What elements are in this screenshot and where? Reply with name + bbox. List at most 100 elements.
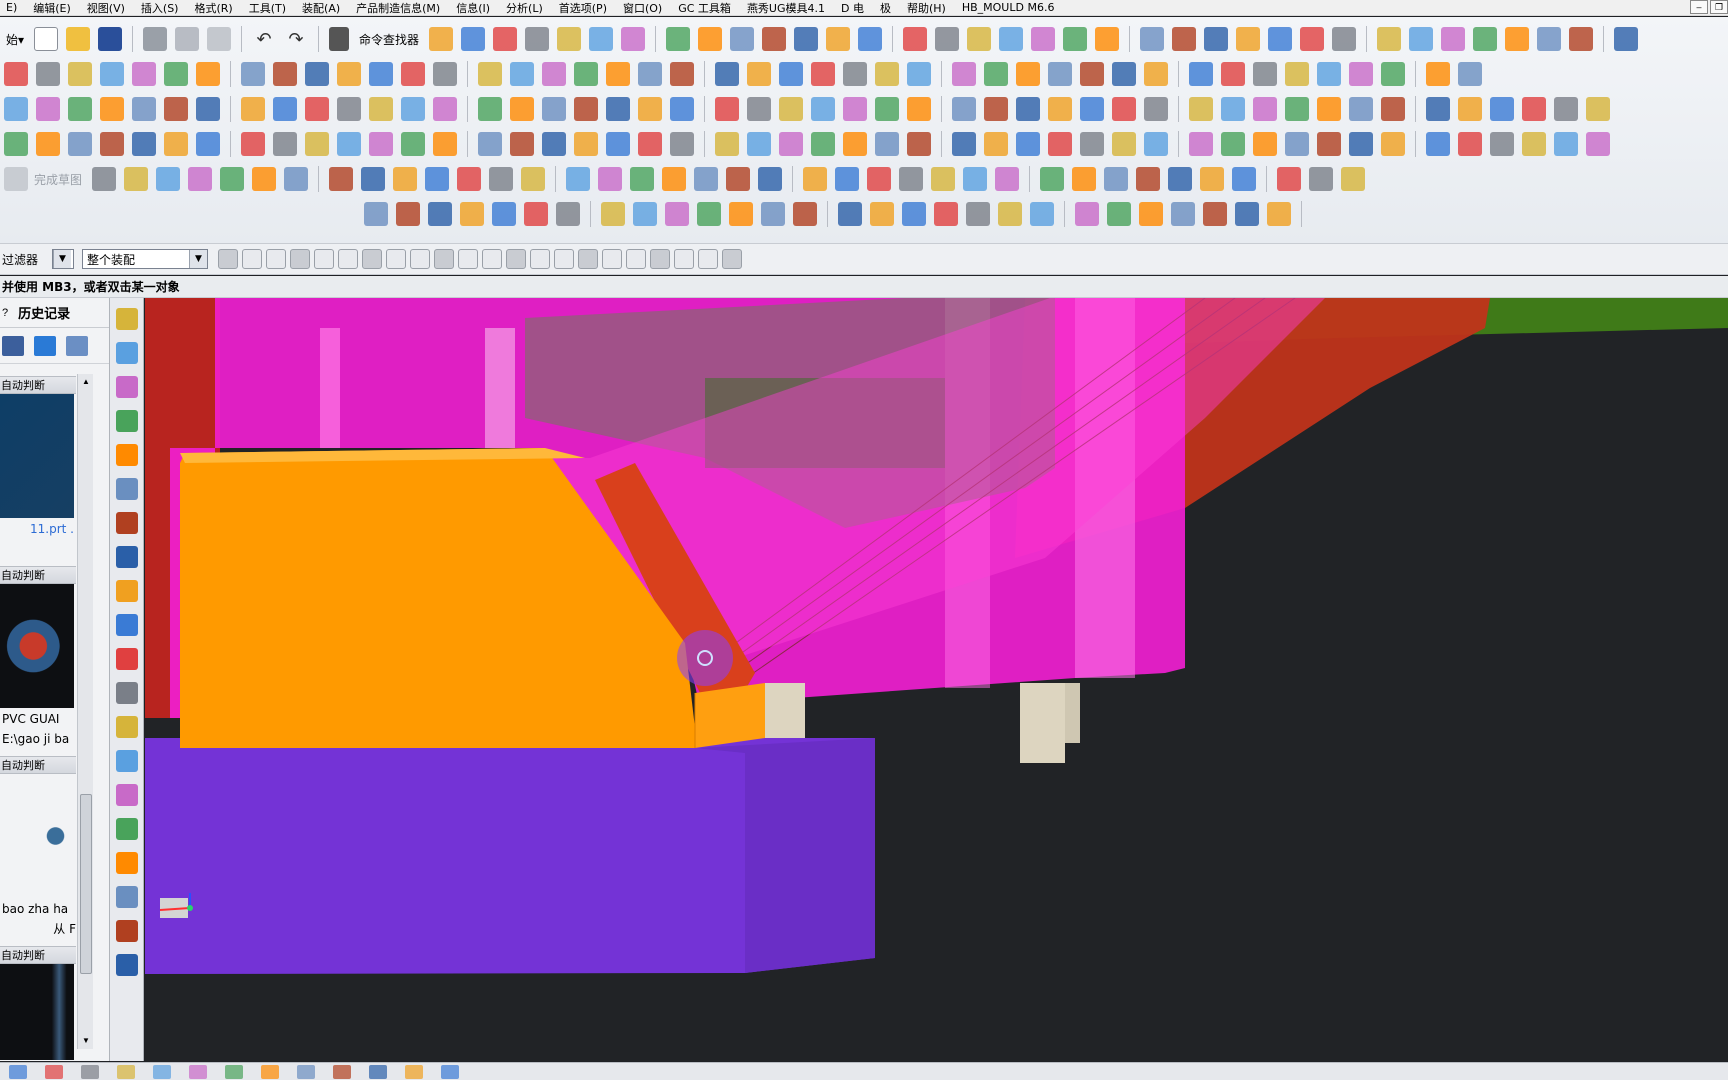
toolbar-button-icon[interactable] <box>273 97 297 121</box>
history-thumbnail[interactable] <box>0 584 74 708</box>
toolbar-button-icon[interactable] <box>1016 132 1040 156</box>
selection-cursor[interactable] <box>677 630 733 686</box>
toolbar-button-icon[interactable] <box>1048 97 1072 121</box>
toolbar-button-icon[interactable] <box>1426 97 1450 121</box>
toolbar-button-icon[interactable] <box>369 62 393 86</box>
toolbar-button-icon[interactable] <box>1586 97 1610 121</box>
toolbar-button-icon[interactable] <box>715 132 739 156</box>
toolbar-button-icon[interactable] <box>952 62 976 86</box>
toolbar-button-icon[interactable] <box>1016 97 1040 121</box>
toolbar-button-icon[interactable] <box>478 132 502 156</box>
toolbar-button-icon[interactable] <box>305 97 329 121</box>
toolbar-button-icon[interactable] <box>697 202 721 226</box>
toolbar-button-icon[interactable] <box>393 167 418 191</box>
toolbar-button-icon[interactable] <box>875 62 899 86</box>
toolbar-button-icon[interactable] <box>156 167 181 191</box>
toolbar-button-icon[interactable] <box>1458 97 1482 121</box>
menu-yanxiu-mold[interactable]: 燕秀UG模具4.1 <box>741 0 835 15</box>
toolbar-button-icon[interactable] <box>252 167 277 191</box>
minimize-icon[interactable]: – <box>1690 0 1708 14</box>
toolbar-button-icon[interactable] <box>461 27 486 51</box>
toolbar-button-icon[interactable] <box>524 202 548 226</box>
resource-tab-icon[interactable] <box>116 886 138 908</box>
toolbar-button-icon[interactable] <box>963 167 988 191</box>
toolbar-button-icon[interactable] <box>100 97 124 121</box>
toolbar-button-icon[interactable] <box>1095 27 1120 51</box>
menu-hb-mould[interactable]: HB_MOULD M6.6 <box>956 1 1065 14</box>
copy-icon[interactable] <box>175 27 200 51</box>
toolbar-button-icon[interactable] <box>510 97 534 121</box>
toolbar-button-icon[interactable] <box>241 97 265 121</box>
resource-tab-icon[interactable] <box>116 546 138 568</box>
scroll-up-icon[interactable]: ▲ <box>80 376 92 388</box>
toolbar-button-icon[interactable] <box>1300 27 1325 51</box>
toolbar-button-icon[interactable] <box>1349 132 1373 156</box>
toolbar-button-icon[interactable] <box>1080 132 1104 156</box>
toolbar-button-icon[interactable] <box>1441 27 1466 51</box>
undo-icon[interactable]: ↶ <box>252 27 276 51</box>
bottom-tool-icon[interactable] <box>441 1064 459 1079</box>
toolbar-button-icon[interactable] <box>4 132 28 156</box>
toolbar-button-icon[interactable] <box>1200 167 1225 191</box>
toolbar-button-icon[interactable] <box>574 97 598 121</box>
snap-point-icon[interactable] <box>578 249 599 269</box>
toolbar-button-icon[interactable] <box>665 202 689 226</box>
toolbar-button-icon[interactable] <box>36 132 60 156</box>
guide-pin[interactable] <box>1065 683 1080 743</box>
toolbar-button-icon[interactable] <box>934 202 958 226</box>
history-caption[interactable]: 11.prt . <box>0 518 76 538</box>
snap-point-icon[interactable] <box>266 249 287 269</box>
toolbar-button-icon[interactable] <box>428 202 452 226</box>
toolbar-button-icon[interactable] <box>369 97 393 121</box>
toolbar-button-icon[interactable] <box>1554 97 1578 121</box>
toolbar-button-icon[interactable] <box>1204 27 1229 51</box>
finish-sketch-label[interactable]: 完成草图 <box>28 171 88 188</box>
menu-electrode[interactable]: D 电 <box>835 0 874 15</box>
toolbar-button-icon[interactable] <box>1221 132 1245 156</box>
toolbar-button-icon[interactable] <box>1537 27 1562 51</box>
start-menu[interactable]: 始▾ <box>0 31 30 48</box>
toolbar-button-icon[interactable] <box>337 97 361 121</box>
toolbar-button-icon[interactable] <box>1377 27 1402 51</box>
toolbar-button-icon[interactable] <box>196 62 220 86</box>
toolbar-button-icon[interactable] <box>670 97 694 121</box>
toolbar-button-icon[interactable] <box>542 62 566 86</box>
toolbar-button-icon[interactable] <box>779 97 803 121</box>
toolbar-button-icon[interactable] <box>1189 62 1213 86</box>
resource-tab-icon[interactable] <box>116 750 138 772</box>
menu-preferences[interactable]: 首选项(P) <box>553 0 617 15</box>
paste-icon[interactable] <box>207 27 232 51</box>
toolbar-button-icon[interactable] <box>903 27 928 51</box>
toolbar-button-icon[interactable] <box>730 27 755 51</box>
snap-point-icon[interactable] <box>698 249 719 269</box>
command-finder-icon[interactable] <box>329 27 350 51</box>
toolbar-button-icon[interactable] <box>984 97 1008 121</box>
toolbar-button-icon[interactable] <box>361 167 386 191</box>
bottom-tool-icon[interactable] <box>369 1064 387 1079</box>
back-arrow-icon[interactable] <box>34 335 56 356</box>
toolbar-button-icon[interactable] <box>196 132 220 156</box>
toolbar-button-icon[interactable] <box>826 27 851 51</box>
toolbar-button-icon[interactable] <box>92 167 117 191</box>
snap-point-icon[interactable] <box>650 249 671 269</box>
toolbar-button-icon[interactable] <box>1285 62 1309 86</box>
toolbar-button-icon[interactable] <box>875 132 899 156</box>
resource-tab-icon[interactable] <box>116 410 138 432</box>
toolbar-button-icon[interactable] <box>1112 97 1136 121</box>
toolbar-button-icon[interactable] <box>574 132 598 156</box>
scroll-down-icon[interactable]: ▼ <box>80 1035 92 1047</box>
toolbar-button-icon[interactable] <box>433 97 457 121</box>
toolbar-button-icon[interactable] <box>1139 202 1163 226</box>
toolbar-button-icon[interactable] <box>1253 132 1277 156</box>
toolbar-button-icon[interactable] <box>489 167 514 191</box>
assembly-scope-select[interactable]: 整个装配 ▼ <box>82 249 209 269</box>
toolbar-button-icon[interactable] <box>401 97 425 121</box>
toolbar-button-icon[interactable] <box>1381 62 1405 86</box>
toolbar-button-icon[interactable] <box>952 97 976 121</box>
graphics-window[interactable] <box>145 298 1728 1061</box>
resource-tab-icon[interactable] <box>116 308 138 330</box>
toolbar-button-icon[interactable] <box>1075 202 1099 226</box>
toolbar-button-icon[interactable] <box>779 132 803 156</box>
toolbar-button-icon[interactable] <box>273 132 297 156</box>
snap-point-icon[interactable] <box>242 249 263 269</box>
